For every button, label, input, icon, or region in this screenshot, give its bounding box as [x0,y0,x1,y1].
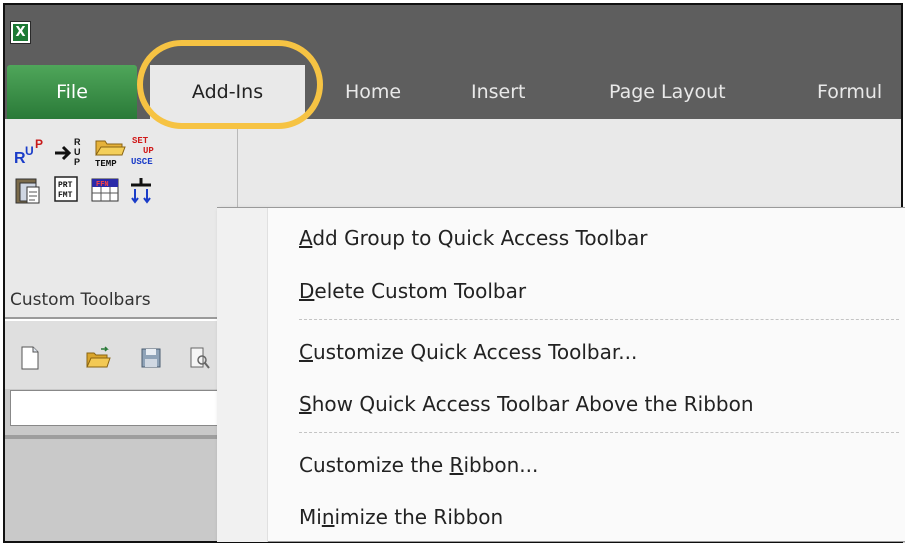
svg-text:PRT: PRT [58,181,73,190]
ribbon-context-menu [217,207,905,542]
menu-item-accelerator: C [299,340,313,364]
menu-item-delete-custom-toolbar[interactable]: Delete Custom Toolbar [299,279,526,303]
menu-item-customize-ribbon[interactable]: Customize the Ribbon... [299,453,538,477]
tab-insert[interactable]: Insert [471,65,526,119]
menu-item-text: ustomize Quick Access Toolbar... [312,340,638,364]
tab-home[interactable]: Home [345,65,401,119]
svg-text:FMT: FMT [58,191,73,200]
tab-file[interactable]: File [7,65,137,119]
context-menu-gutter [217,208,268,542]
menu-item-text: elete Custom Toolbar [314,279,527,303]
ribbon-group-separator [237,123,238,215]
ribbon-tab-bar: File Add-Ins Home Insert Page Layout For… [5,65,901,121]
svg-text:U: U [74,147,81,157]
menu-item-customize-qat[interactable]: Customize Quick Access Toolbar... [299,340,637,364]
name-box-input[interactable] [10,390,240,426]
menu-item-text: ibbon... [463,453,539,477]
menu-separator [299,319,899,320]
tab-formulas[interactable]: Formul [817,65,882,119]
svg-text:SET: SET [132,136,149,146]
prt-fmt-icon[interactable]: PRT FMT [51,173,85,209]
excel-logo-letter: X [13,24,28,41]
save-icon[interactable] [140,345,162,371]
temp-folder-icon[interactable]: TEMP [93,131,127,169]
menu-item-text: dd Group to Quick Access Toolbar [312,226,648,250]
menu-separator [299,432,899,433]
title-bar: X [5,5,901,65]
menu-item-accelerator: D [299,279,315,303]
rup-icon[interactable]: R U P [13,133,47,169]
print-preview-icon[interactable] [188,345,210,371]
setup-usce-icon[interactable]: SET UP USCE [129,131,163,167]
clipboard-icon[interactable] [11,173,45,209]
excel-logo-icon[interactable]: X [10,21,31,44]
menu-item-text: imize the Ribbon [334,505,504,529]
svg-text:U: U [25,144,34,158]
ffn-grid-icon[interactable]: FFN [89,173,123,209]
menu-item-accelerator: S [299,392,312,416]
svg-text:USCE: USCE [131,157,153,167]
menu-item-text: how Quick Access Toolbar Above the Ribbo… [311,392,754,416]
new-document-icon[interactable] [19,345,41,371]
menu-item-prefix: Customize the [299,453,450,477]
menu-item-prefix: Mi [299,505,322,529]
arrow-rup-icon[interactable]: R U P [53,133,87,169]
menu-item-accelerator: R [449,453,464,477]
svg-text:TEMP: TEMP [95,159,117,169]
menu-item-accelerator: A [299,226,313,250]
menu-item-accelerator: n [321,505,335,529]
svg-text:P: P [35,137,43,151]
svg-text:FFN: FFN [96,181,109,189]
svg-text:R: R [74,137,81,147]
split-arrows-icon[interactable] [125,173,159,209]
menu-item-show-qat-above-ribbon[interactable]: Show Quick Access Toolbar Above the Ribb… [299,392,754,416]
svg-text:UP: UP [143,146,154,156]
menu-item-minimize-ribbon[interactable]: Minimize the Ribbon [299,505,503,529]
ribbon-group-label: Custom Toolbars [10,290,151,310]
menu-item-add-group-to-qat[interactable]: Add Group to Quick Access Toolbar [299,226,648,250]
svg-text:P: P [74,157,80,167]
open-folder-icon[interactable] [85,345,111,371]
tab-add-ins[interactable]: Add-Ins [150,65,305,121]
tab-page-layout[interactable]: Page Layout [609,65,726,119]
